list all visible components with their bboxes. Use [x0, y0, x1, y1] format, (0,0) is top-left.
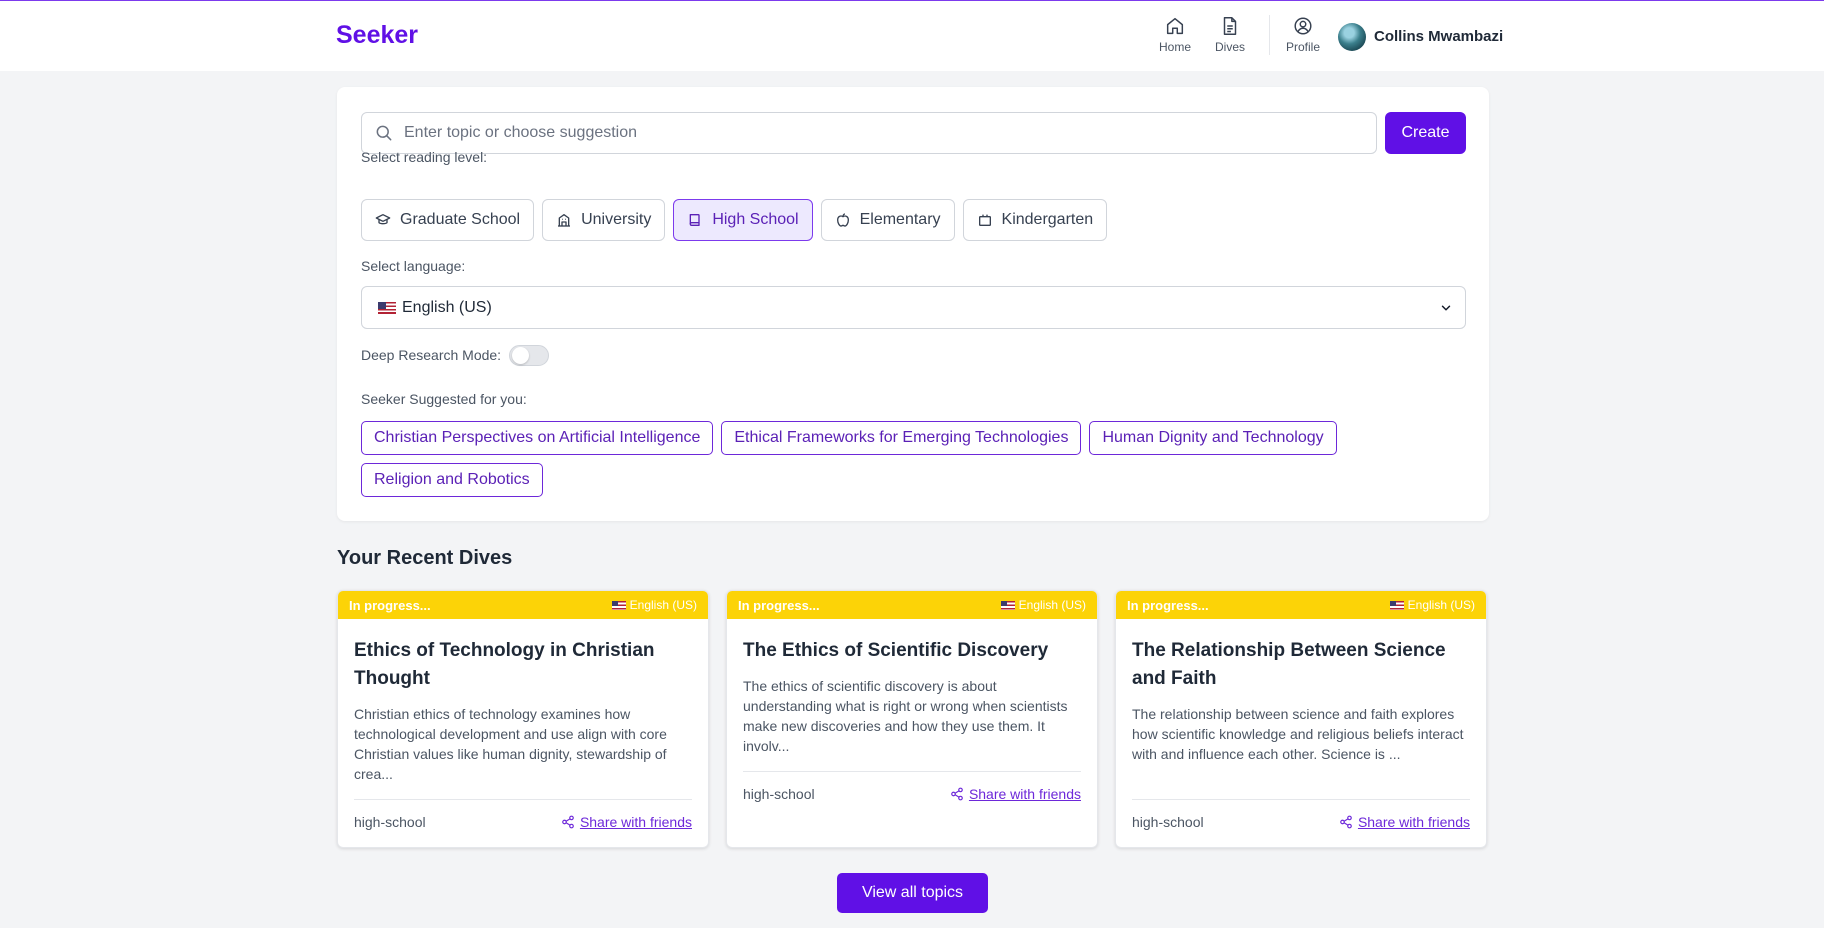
- dive-status: In progress...: [738, 597, 820, 613]
- dive-language-text: English (US): [1407, 598, 1475, 612]
- nav-dives[interactable]: Dives: [1205, 15, 1255, 59]
- level-label: University: [581, 211, 652, 228]
- dive-summary: Christian ethics of technology examines …: [354, 706, 667, 782]
- share-link[interactable]: Share with friends: [950, 786, 1081, 802]
- language-select[interactable]: English (US): [361, 286, 1466, 329]
- level-graduate-school[interactable]: Graduate School: [361, 199, 535, 241]
- share-icon: [1340, 815, 1352, 829]
- dive-footer: high-school Share with friends: [743, 771, 1081, 802]
- dive-status: In progress...: [1127, 597, 1209, 613]
- share-label: Share with friends: [1357, 814, 1470, 830]
- book-icon: [689, 214, 700, 226]
- us-flag-icon: [378, 301, 396, 314]
- dive-language: English (US): [1000, 598, 1086, 612]
- graduation-cap-icon: [375, 214, 391, 225]
- us-flag-icon: [1000, 600, 1015, 610]
- suggestion-chips: Christian Perspectives on Artificial Int…: [361, 421, 1461, 497]
- top-nav-bar: Seeker Home Dives Profile Collins Mwamba…: [0, 1, 1824, 71]
- dive-summary: The relationship between science and fai…: [1132, 706, 1464, 762]
- nav-divider: [1269, 15, 1270, 55]
- dive-title[interactable]: Ethics of Technology in Christian Though…: [354, 637, 692, 693]
- dive-language-text: English (US): [1018, 598, 1086, 612]
- reading-level-label: Select reading level:: [361, 149, 488, 165]
- dive-summary: The ethics of scientific discovery is ab…: [743, 678, 1068, 754]
- recent-dives-title: Your Recent Dives: [337, 547, 513, 569]
- dive-language-text: English (US): [629, 598, 697, 612]
- share-link[interactable]: Share with friends: [1339, 814, 1470, 830]
- user-avatar[interactable]: [1338, 23, 1366, 51]
- nav-profile-label: Profile: [1285, 40, 1320, 54]
- level-kindergarten[interactable]: Kindergarten: [962, 199, 1108, 241]
- level-elementary[interactable]: Elementary: [820, 199, 955, 241]
- level-high-school[interactable]: High School: [673, 199, 813, 241]
- suggestion-chip[interactable]: Religion and Robotics: [361, 463, 543, 497]
- deep-research-toggle[interactable]: [509, 345, 549, 366]
- share-icon: [562, 815, 574, 829]
- reading-level-options: Graduate School University High School E…: [361, 199, 1108, 241]
- dive-card[interactable]: In progress... English (US) The Ethics o…: [726, 590, 1098, 848]
- nav-home-label: Home: [1158, 40, 1191, 54]
- brand-logo[interactable]: Seeker: [336, 21, 418, 50]
- suggestion-chip[interactable]: Ethical Frameworks for Emerging Technolo…: [721, 421, 1082, 455]
- dive-card[interactable]: In progress... English (US) Ethics of Te…: [337, 590, 709, 848]
- suggested-label: Seeker Suggested for you:: [361, 391, 527, 407]
- deep-research-label: Deep Research Mode:: [361, 347, 502, 363]
- cube-icon: [978, 214, 991, 226]
- dive-language: English (US): [1389, 598, 1475, 612]
- dive-status: In progress...: [349, 597, 431, 613]
- dive-language: English (US): [611, 598, 697, 612]
- nav-profile[interactable]: Profile: [1278, 15, 1328, 59]
- language-value: English (US): [402, 298, 492, 316]
- create-button[interactable]: Create: [1385, 112, 1466, 154]
- dive-level: high-school: [354, 814, 426, 830]
- language-label: Select language:: [361, 258, 466, 274]
- share-link[interactable]: Share with friends: [561, 814, 692, 830]
- dive-footer: high-school Share with friends: [1132, 799, 1470, 830]
- dive-level: high-school: [743, 786, 815, 802]
- topic-search-box[interactable]: [361, 112, 1377, 154]
- level-label: Kindergarten: [1001, 211, 1094, 228]
- level-label: Graduate School: [400, 211, 521, 228]
- dive-title[interactable]: The Ethics of Scientific Discovery: [743, 637, 1081, 665]
- dive-status-bar: In progress... English (US): [338, 591, 708, 619]
- dive-card[interactable]: In progress... English (US) The Relation…: [1115, 590, 1487, 848]
- building-icon: [558, 214, 571, 227]
- user-name[interactable]: Collins Mwambazi: [1374, 28, 1503, 45]
- suggestion-chip[interactable]: Christian Perspectives on Artificial Int…: [361, 421, 714, 455]
- dive-footer: high-school Share with friends: [354, 799, 692, 830]
- us-flag-icon: [1389, 600, 1404, 610]
- level-label: High School: [712, 211, 799, 228]
- dive-level: high-school: [1132, 814, 1204, 830]
- suggestion-chip[interactable]: Human Dignity and Technology: [1089, 421, 1337, 455]
- chevron-down-icon: [1441, 305, 1451, 311]
- nav-dives-label: Dives: [1214, 40, 1245, 54]
- home-icon: [1166, 17, 1184, 35]
- document-icon: [1223, 17, 1237, 35]
- apple-icon: [836, 213, 849, 227]
- share-icon: [951, 787, 963, 801]
- create-dive-card: Create Select reading level: Graduate Sc…: [337, 87, 1489, 521]
- level-university[interactable]: University: [542, 199, 666, 241]
- nav-home[interactable]: Home: [1150, 15, 1200, 59]
- level-label: Elementary: [859, 211, 941, 228]
- dive-status-bar: In progress... English (US): [727, 591, 1097, 619]
- dive-status-bar: In progress... English (US): [1116, 591, 1486, 619]
- view-all-topics-button[interactable]: View all topics: [837, 873, 988, 913]
- search-icon: [376, 125, 392, 141]
- user-circle-icon: [1294, 17, 1312, 35]
- share-label: Share with friends: [579, 814, 692, 830]
- topic-search-input[interactable]: [404, 124, 1364, 142]
- share-label: Share with friends: [968, 786, 1081, 802]
- dive-title[interactable]: The Relationship Between Science and Fai…: [1132, 637, 1470, 693]
- us-flag-icon: [611, 600, 626, 610]
